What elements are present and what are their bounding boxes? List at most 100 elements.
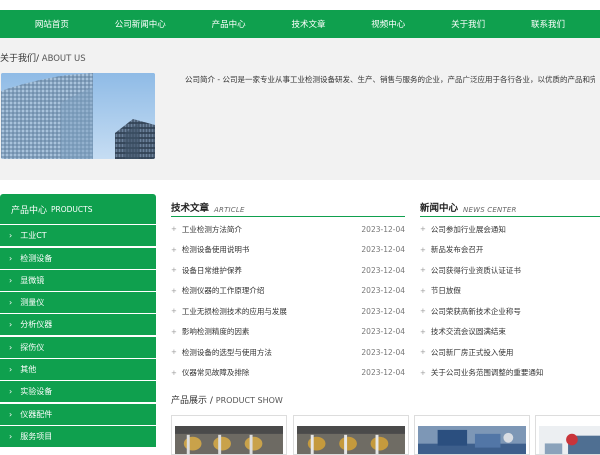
bullet-icon: + <box>420 327 426 336</box>
news-link[interactable]: 新品发布会召开 <box>431 244 484 255</box>
nav-videos[interactable]: 视频中心 <box>361 18 415 30</box>
sidebar-item[interactable]: › 服务项目 <box>0 425 156 447</box>
article-title-en: ARTICLE <box>214 206 245 214</box>
product-image <box>539 426 600 454</box>
article-row[interactable]: + 设备日常维护保养 2023-12-04 <box>171 260 405 281</box>
news-link[interactable]: 公司参加行业展会通知 <box>431 224 506 235</box>
news-row[interactable]: + 公司新厂房正式投入使用 <box>420 342 600 363</box>
article-date: 2023-12-04 <box>361 224 405 234</box>
article-link[interactable]: 设备日常维护保养 <box>182 265 242 276</box>
article-date: 2023-12-04 <box>361 306 405 316</box>
article-link[interactable]: 影响检测精度的因素 <box>182 326 250 337</box>
chevron-right-icon: › <box>9 231 13 241</box>
sidebar-item-label: 测量仪 <box>20 298 45 308</box>
chevron-right-icon: › <box>9 275 13 285</box>
news-row[interactable]: + 公司获得行业资质认证证书 <box>420 260 600 281</box>
news-link[interactable]: 公司获得行业资质认证证书 <box>431 265 521 276</box>
bullet-icon: + <box>420 225 426 234</box>
article-header: 技术文章 ARTICLE <box>171 200 405 217</box>
article-row[interactable]: + 工业无损检测技术的应用与发展 2023-12-04 <box>171 301 405 322</box>
nav-contact[interactable]: 联系我们 <box>521 18 575 30</box>
news-link[interactable]: 公司荣获高新技术企业称号 <box>431 306 521 317</box>
news-link[interactable]: 技术交流会议圆满结束 <box>431 326 506 337</box>
bullet-icon: + <box>171 286 177 295</box>
news-link[interactable]: 关于公司业务范围调整的重要通知 <box>431 367 544 378</box>
article-column: 技术文章 ARTICLE + 工业检测方法简介 2023-12-04 + 检测设备使用… <box>171 200 405 383</box>
product-image <box>418 426 526 454</box>
news-row[interactable]: + 技术交流会议圆满结束 <box>420 322 600 343</box>
nav-products[interactable]: 产品中心 <box>202 18 256 30</box>
article-date: 2023-12-04 <box>361 327 405 337</box>
article-link[interactable]: 仪器常见故障及排除 <box>182 367 250 378</box>
article-row[interactable]: + 工业检测方法简介 2023-12-04 <box>171 219 405 240</box>
news-title-cn: 新闻中心 <box>420 203 459 214</box>
product-card[interactable] <box>171 415 287 455</box>
article-link[interactable]: 检测仪器的工作原理介绍 <box>182 285 265 296</box>
article-link[interactable]: 检测设备的选型与使用方法 <box>182 347 272 358</box>
nav-about[interactable]: 关于我们 <box>441 18 495 30</box>
chevron-right-icon: › <box>9 253 13 263</box>
nav-articles[interactable]: 技术文章 <box>281 18 335 30</box>
sidebar-item[interactable]: › 显微镜 <box>0 269 156 291</box>
sidebar-item-label: 显微镜 <box>20 275 45 285</box>
about-title: 关于我们/ ABOUT US <box>0 51 86 64</box>
article-row[interactable]: + 检测仪器的工作原理介绍 2023-12-04 <box>171 281 405 302</box>
nav-news[interactable]: 公司新闻中心 <box>105 18 176 30</box>
chevron-right-icon: › <box>9 409 13 419</box>
news-row[interactable]: + 关于公司业务范围调整的重要通知 <box>420 363 600 384</box>
chevron-right-icon: › <box>9 431 13 441</box>
news-link[interactable]: 节日放假 <box>431 285 461 296</box>
news-link[interactable]: 公司新厂房正式投入使用 <box>431 347 514 358</box>
sidebar-title-cn: 产品中心 <box>11 205 48 216</box>
product-show-title-en: PRODUCT SHOW <box>215 396 283 405</box>
article-date: 2023-12-04 <box>361 347 405 357</box>
about-description: 公司简介 - 公司是一家专业从事工业检测设备研发、生产、销售与服务的企业，产品广… <box>185 75 595 84</box>
article-link[interactable]: 工业检测方法简介 <box>182 224 242 235</box>
sidebar-item-label: 实验设备 <box>20 387 53 397</box>
news-row[interactable]: + 新品发布会召开 <box>420 240 600 261</box>
news-row[interactable]: + 节日放假 <box>420 281 600 302</box>
product-show-title-cn: 产品展示 <box>171 396 208 406</box>
sidebar-item[interactable]: › 探伤仪 <box>0 336 156 358</box>
article-link[interactable]: 工业无损检测技术的应用与发展 <box>182 306 287 317</box>
article-date: 2023-12-04 <box>361 368 405 378</box>
chevron-right-icon: › <box>9 320 13 330</box>
product-image <box>297 426 405 454</box>
news-row[interactable]: + 公司参加行业展会通知 <box>420 219 600 240</box>
about-building-image[interactable] <box>1 73 155 159</box>
article-row[interactable]: + 仪器常见故障及排除 2023-12-04 <box>171 363 405 384</box>
sidebar-item[interactable]: › 工业CT <box>0 225 156 247</box>
sidebar-item[interactable]: › 仪器配件 <box>0 403 156 425</box>
chevron-right-icon: › <box>9 387 13 397</box>
bullet-icon: + <box>420 307 426 316</box>
sidebar-item-label: 检测设备 <box>20 253 53 263</box>
bullet-icon: + <box>171 327 177 336</box>
article-row[interactable]: + 影响检测精度的因素 2023-12-04 <box>171 322 405 343</box>
sidebar-item[interactable]: › 实验设备 <box>0 381 156 403</box>
product-show-title-sep: / <box>207 396 216 406</box>
article-link[interactable]: 检测设备使用说明书 <box>182 244 250 255</box>
sidebar-item-label: 工业CT <box>20 231 47 241</box>
product-card[interactable] <box>293 415 409 455</box>
bullet-icon: + <box>171 225 177 234</box>
bullet-icon: + <box>171 307 177 316</box>
product-card[interactable] <box>535 415 600 455</box>
sidebar-item[interactable]: › 其他 <box>0 359 156 381</box>
about-title-cn: 关于我们/ <box>0 54 40 64</box>
building-picture <box>1 73 155 159</box>
sidebar-item[interactable]: › 测量仪 <box>0 292 156 314</box>
sidebar-item-label: 探伤仪 <box>20 342 45 352</box>
news-title-en: NEWS CENTER <box>463 206 517 214</box>
sidebar-item-label: 服务项目 <box>20 431 53 441</box>
article-row[interactable]: + 检测设备的选型与使用方法 2023-12-04 <box>171 342 405 363</box>
news-header: 新闻中心 NEWS CENTER <box>420 200 600 217</box>
product-show-title: 产品展示 / PRODUCT SHOW <box>171 393 283 406</box>
sidebar-item[interactable]: › 分析仪器 <box>0 314 156 336</box>
news-row[interactable]: + 公司荣获高新技术企业称号 <box>420 301 600 322</box>
bullet-icon: + <box>171 368 177 377</box>
product-card[interactable] <box>414 415 530 455</box>
article-row[interactable]: + 检测设备使用说明书 2023-12-04 <box>171 240 405 261</box>
nav-home[interactable]: 网站首页 <box>25 18 79 30</box>
bullet-icon: + <box>420 266 426 275</box>
sidebar-item[interactable]: › 检测设备 <box>0 247 156 269</box>
